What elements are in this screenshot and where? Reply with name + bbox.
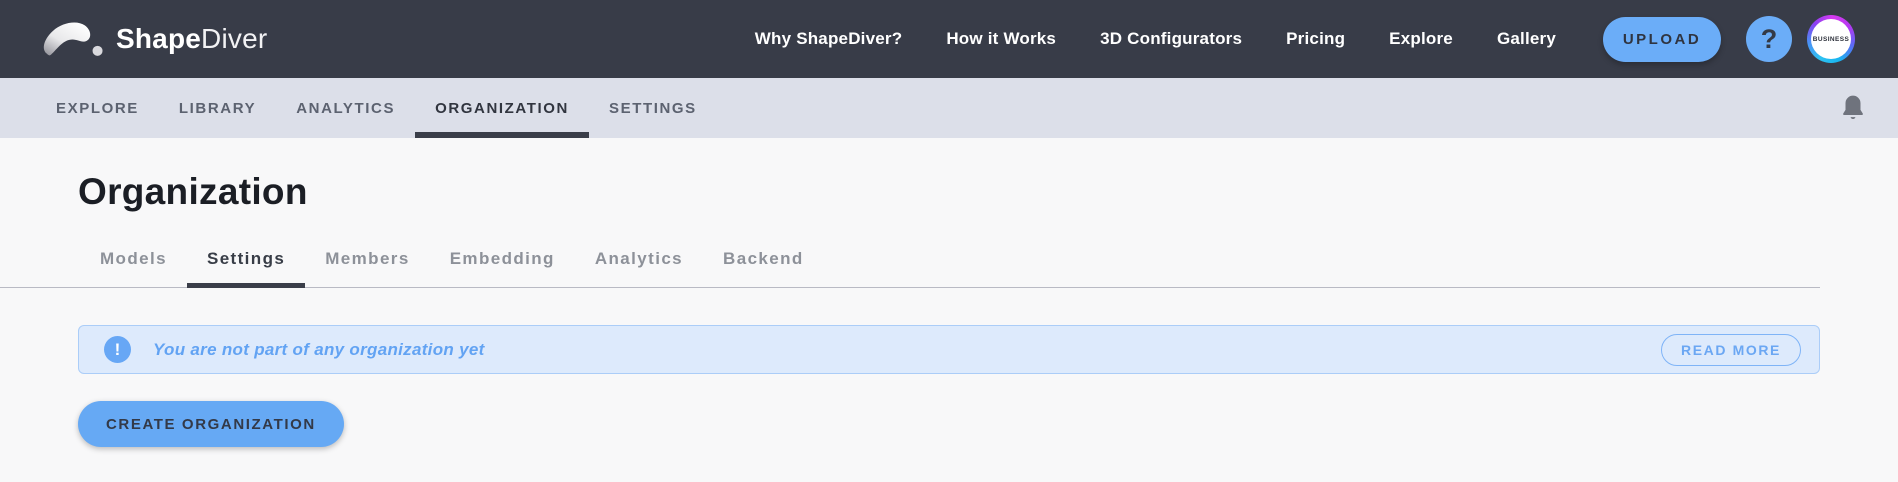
page-title: Organization <box>78 171 1898 213</box>
subnav-item-organization[interactable]: ORGANIZATION <box>415 78 589 138</box>
tab-analytics[interactable]: Analytics <box>575 239 703 287</box>
main-content: Organization Models Settings Members Emb… <box>0 171 1898 447</box>
shapediver-logo[interactable]: ShapeDiver <box>40 19 267 59</box>
brand-name-bold: Shape <box>116 23 201 54</box>
topnav-links: Why ShapeDiver? How it Works 3D Configur… <box>733 29 1578 49</box>
tab-models[interactable]: Models <box>80 239 187 287</box>
create-organization-button[interactable]: CREATE ORGANIZATION <box>78 401 344 447</box>
topnav-link-gallery[interactable]: Gallery <box>1475 29 1578 49</box>
logo-swoosh-icon <box>40 19 106 59</box>
avatar-inner: BUSINESS <box>1811 19 1851 59</box>
topnav-link-explore[interactable]: Explore <box>1367 29 1475 49</box>
subnav-item-library[interactable]: LIBRARY <box>159 78 276 138</box>
secondary-navbar: EXPLORE LIBRARY ANALYTICS ORGANIZATION S… <box>0 78 1898 138</box>
brand-name: ShapeDiver <box>116 23 267 55</box>
organization-tabs: Models Settings Members Embedding Analyt… <box>0 239 1820 288</box>
top-navbar: ShapeDiver Why ShapeDiver? How it Works … <box>0 0 1898 78</box>
topnav-link-why-shapediver[interactable]: Why ShapeDiver? <box>733 29 925 49</box>
notifications-bell-icon[interactable] <box>1836 89 1870 127</box>
tab-embedding[interactable]: Embedding <box>430 239 575 287</box>
info-icon: ! <box>104 336 131 363</box>
topnav-link-pricing[interactable]: Pricing <box>1264 29 1367 49</box>
brand-name-light: Diver <box>201 23 267 54</box>
tab-backend[interactable]: Backend <box>703 239 824 287</box>
help-icon[interactable]: ? <box>1746 16 1792 62</box>
subnav-item-settings[interactable]: SETTINGS <box>589 78 717 138</box>
subnav-item-explore[interactable]: EXPLORE <box>36 78 159 138</box>
alert-message: You are not part of any organization yet <box>153 340 485 360</box>
read-more-button[interactable]: READ MORE <box>1661 334 1801 366</box>
topnav-link-how-it-works[interactable]: How it Works <box>924 29 1078 49</box>
upload-button[interactable]: UPLOAD <box>1603 17 1721 62</box>
subnav-item-analytics[interactable]: ANALYTICS <box>276 78 415 138</box>
page: ShapeDiver Why ShapeDiver? How it Works … <box>0 0 1898 447</box>
no-organization-alert: ! You are not part of any organization y… <box>78 325 1820 374</box>
avatar-badge: BUSINESS <box>1813 36 1849 43</box>
tab-members[interactable]: Members <box>305 239 429 287</box>
topnav-link-3d-configurators[interactable]: 3D Configurators <box>1078 29 1264 49</box>
avatar[interactable]: BUSINESS <box>1807 15 1855 63</box>
tab-settings[interactable]: Settings <box>187 239 305 287</box>
